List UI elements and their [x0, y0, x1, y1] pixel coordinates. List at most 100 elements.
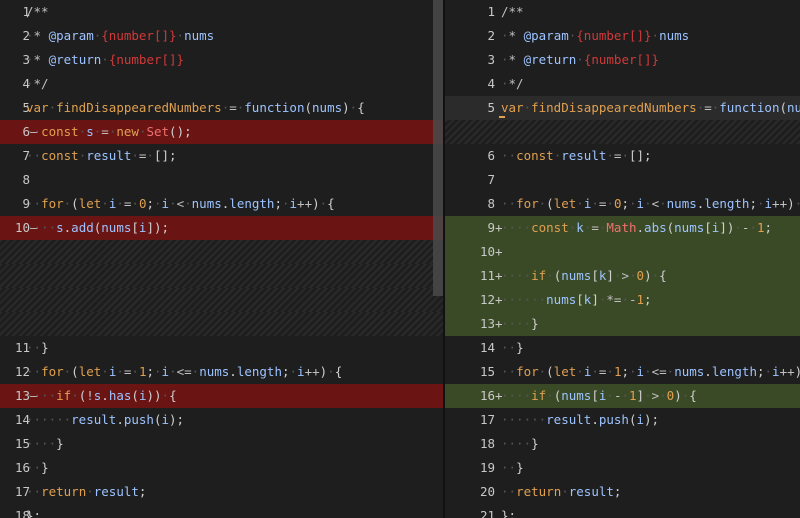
code-line[interactable]: 4 ·*/	[0, 72, 443, 96]
code-line[interactable]: 2 ·* @param·{number[]}·nums	[0, 24, 443, 48]
code-line[interactable]: 19 ··}	[445, 456, 800, 480]
code-token: ··	[26, 340, 42, 355]
code-line[interactable]: 3 ·* @return·{number[]}	[0, 48, 443, 72]
left-scrollbar[interactable]	[433, 0, 443, 296]
code-text: ··}	[501, 456, 524, 480]
code-line[interactable]: 15 ··for·(let·i·=·1;·i·<=·nums.length;·i+…	[445, 360, 800, 384]
code-token: (	[546, 196, 554, 211]
code-token: {number[]}	[583, 52, 660, 67]
code-token: }	[531, 436, 539, 451]
code-token: ··	[26, 148, 42, 163]
code-token: i	[636, 196, 645, 211]
code-token: }	[531, 316, 539, 331]
code-line[interactable]: 2 ·* @param·{number[]}·nums	[445, 24, 800, 48]
code-line[interactable]: 7	[445, 168, 800, 192]
code-line[interactable]: 13 + ····}	[445, 312, 800, 336]
code-line[interactable]: 6— ··const·s·=·new·Set();	[0, 120, 443, 144]
code-token: @return	[48, 52, 102, 67]
code-line[interactable]: 8 ··for·(let·i·=·0;·i·<·nums.length;·i++)…	[445, 192, 800, 216]
code-line[interactable]: 6 ··const·result·=·[];	[445, 144, 800, 168]
code-token: ··	[26, 196, 42, 211]
code-token: ·	[621, 292, 629, 307]
line-number: 8	[22, 172, 30, 187]
code-token: ·	[116, 196, 124, 211]
code-line[interactable]: 9 ··for·(let·i·=·0;·i·<·nums.length;·i++)…	[0, 192, 443, 216]
code-line[interactable]: 1/**	[445, 0, 800, 24]
code-token: push	[598, 412, 629, 427]
code-token: ·	[561, 484, 569, 499]
code-text: ··const·s·=·new·Set();	[26, 120, 192, 144]
code-line[interactable]: 14 ······result.push(i);	[0, 408, 443, 432]
code-token: {number[]}	[101, 28, 177, 43]
code-token: )	[342, 100, 350, 115]
code-line[interactable]: 1/**	[0, 0, 443, 24]
code-text: ··for·(let·i·=·0;·i·<·nums.length;·i++)·…	[501, 192, 800, 216]
code-token: ·	[101, 52, 109, 67]
code-token: ·	[176, 28, 185, 43]
diff-right-pane[interactable]: 1/** 2 ·* @param·{number[]}·nums 3 ·* @retur…	[445, 0, 800, 518]
code-token: ····	[501, 316, 532, 331]
line-number: 17	[479, 412, 495, 427]
code-token: <=	[176, 364, 192, 379]
code-token: result	[71, 412, 117, 427]
code-token: ·	[154, 196, 162, 211]
code-line[interactable]: 13— ····if·(!s.has(i))·{	[0, 384, 443, 408]
code-line[interactable]: 16 + ····if·(nums[i·-·1]·>·0)·{	[445, 384, 800, 408]
code-token: ++	[297, 196, 313, 211]
code-token: */	[33, 76, 49, 91]
code-token: ·	[644, 388, 652, 403]
code-token: i	[636, 364, 645, 379]
code-token: ·	[101, 196, 109, 211]
code-token: ·	[749, 220, 757, 235]
line-number: 12	[479, 292, 495, 307]
code-line[interactable]: 17 ······result.push(i);	[445, 408, 800, 432]
code-line[interactable]: 18 ····}	[445, 432, 800, 456]
code-line[interactable]: 10— ····s.add(nums[i]);	[0, 216, 443, 240]
code-token: [	[591, 388, 599, 403]
diff-left-pane[interactable]: 1/** 2 ·* @param·{number[]}·nums 3 ·* @retur…	[0, 0, 443, 518]
code-line[interactable]: 17 ··return·result;	[0, 480, 443, 504]
code-token: ··	[501, 196, 517, 211]
code-text: ·* @param·{number[]}·nums	[26, 24, 214, 48]
code-line[interactable]: 14 ··}	[445, 336, 800, 360]
code-line[interactable]: 7 ··const·result·=·[];	[0, 144, 443, 168]
code-token: nums	[191, 196, 222, 211]
code-token: ·	[764, 364, 773, 379]
code-line[interactable]: 12 ··for·(let·i·=·1;·i·<=·nums.length;·i+…	[0, 360, 443, 384]
code-token: <	[651, 196, 660, 211]
code-line[interactable]: 9 + ····const·k·=·Math.abs(nums[i])·-·1;	[445, 216, 800, 240]
code-text: ······result.push(i);	[26, 408, 184, 432]
code-line[interactable]: 3 ·* @return·{number[]}	[445, 48, 800, 72]
code-line[interactable]: 5 var·findDisappearedNumbers·=·function(n…	[0, 96, 443, 120]
code-line[interactable]: 18};	[0, 504, 443, 518]
code-line[interactable]: 11 ··}	[0, 336, 443, 360]
line-number: 21	[479, 508, 495, 518]
code-line[interactable]: 20 ··return·result;	[445, 480, 800, 504]
code-token: nums	[101, 220, 132, 235]
code-line[interactable]: 10 +	[445, 240, 800, 264]
code-token: nums	[184, 28, 215, 43]
code-token: ··	[501, 340, 517, 355]
code-token: const	[531, 220, 569, 235]
code-line[interactable]: 21};	[445, 504, 800, 518]
code-token: ;	[749, 196, 757, 211]
code-token: ·	[281, 196, 290, 211]
code-text: ·*/	[26, 72, 49, 96]
code-text: /**	[26, 0, 49, 24]
code-token: ·	[606, 196, 614, 211]
code-text: ······result.push(i);	[501, 408, 659, 432]
code-text: ·* @param·{number[]}·nums	[501, 24, 689, 48]
code-token: ······	[501, 292, 547, 307]
code-token: length	[236, 364, 282, 379]
code-token: [	[704, 220, 712, 235]
code-token: ·	[576, 52, 584, 67]
code-token: ·	[523, 100, 532, 115]
code-line[interactable]: 8	[0, 168, 443, 192]
code-line[interactable]: 11 + ····if·(nums[k]·>·0)·{	[445, 264, 800, 288]
code-line[interactable]: 4 ·*/	[445, 72, 800, 96]
code-line[interactable]: 15 ····}	[0, 432, 443, 456]
code-line[interactable]: 12 + ······nums[k]·*=·-1;	[445, 288, 800, 312]
code-line[interactable]: 16 ··}	[0, 456, 443, 480]
code-token: ·	[546, 268, 554, 283]
code-token: >	[621, 268, 629, 283]
